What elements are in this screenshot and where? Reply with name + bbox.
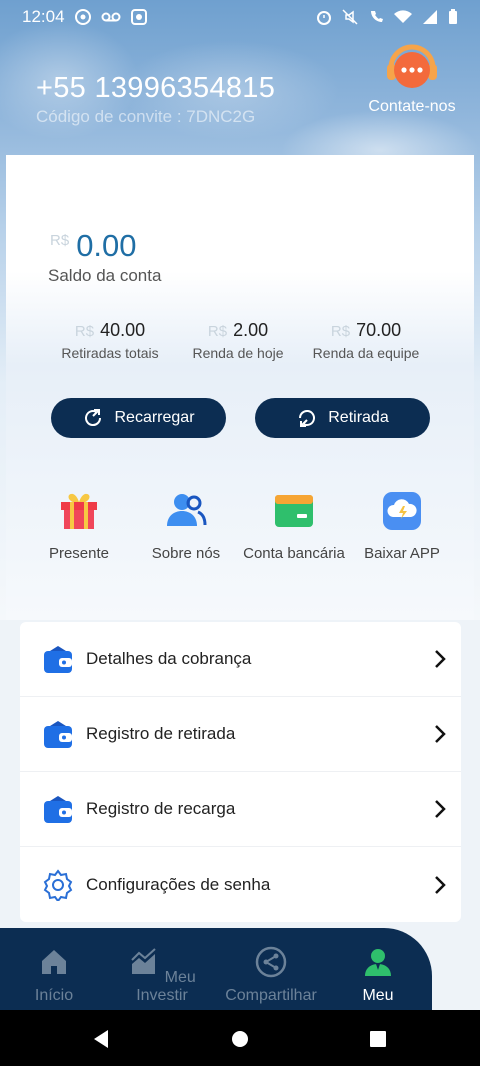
menu-item-recharge-record[interactable]: Registro de recarga — [20, 772, 461, 847]
contact-us-button[interactable]: Contate-nos — [360, 36, 464, 116]
user-icon — [365, 949, 391, 976]
chevron-right-icon — [435, 650, 446, 668]
app-notification-icon — [74, 9, 91, 25]
alarm-icon — [317, 11, 331, 25]
wallet-icon — [44, 796, 72, 823]
chart-icon — [131, 948, 156, 974]
menu-item-label: Registro de retirada — [86, 724, 236, 743]
recharge-label: Recarregar — [114, 409, 195, 426]
battery-icon — [449, 9, 457, 24]
wifi-call-icon — [371, 11, 383, 22]
back-icon[interactable] — [92, 1029, 110, 1049]
recharge-button[interactable]: Recarregar — [51, 398, 226, 438]
feature-gift[interactable]: Presente — [24, 490, 134, 564]
gear-icon — [43, 868, 73, 901]
menu-list: Detalhes da cobrança Registro de retirad… — [20, 622, 461, 922]
menu-item-label: Configurações de senha — [86, 874, 271, 894]
headset-support-icon — [382, 36, 442, 96]
stat-currency: R$ — [207, 323, 228, 340]
contact-us-label: Contate-nos — [368, 98, 456, 115]
wallet-icon — [44, 721, 72, 748]
voicemail-icon — [101, 12, 121, 22]
people-icon — [165, 490, 207, 532]
status-time: 12:04 — [22, 7, 65, 26]
feature-label: Presente — [48, 545, 110, 562]
withdraw-label: Retirada — [328, 409, 389, 426]
feature-label: Sobre nós — [151, 545, 221, 562]
feature-download-app[interactable]: Baixar APP — [347, 490, 457, 564]
mute-icon — [342, 9, 358, 25]
feature-bank-account[interactable]: Conta bancária — [239, 490, 349, 564]
stat-team-income: R$ 70.00 Renda da equipe — [296, 320, 436, 361]
menu-item-label: Registro de recarga — [86, 799, 236, 818]
cloud-download-icon — [381, 490, 423, 532]
menu-item-label: Detalhes da cobrança — [86, 649, 252, 668]
nav-share[interactable]: Compartilhar — [216, 946, 326, 1005]
stat-label: Retiradas totais — [61, 345, 159, 361]
gift-icon — [58, 490, 100, 532]
nav-label: Meu — [362, 987, 394, 1004]
balance-label: Saldo da conta — [48, 266, 162, 285]
recents-icon[interactable] — [369, 1030, 387, 1048]
menu-item-withdrawal-record[interactable]: Registro de retirada — [20, 697, 461, 772]
home-icon — [42, 950, 66, 974]
stat-today-income: R$ 2.00 Renda de hoje — [168, 320, 308, 361]
balance-amount: 0.00 — [76, 228, 137, 263]
chevron-right-icon — [435, 725, 446, 743]
menu-item-password-settings[interactable]: Configurações de senha — [20, 847, 461, 922]
home-button-icon[interactable] — [231, 1030, 249, 1048]
stat-currency: R$ — [330, 323, 351, 340]
feature-label: Conta bancária — [243, 545, 345, 562]
record-icon — [130, 9, 147, 25]
withdraw-button[interactable]: Retirada — [255, 398, 430, 438]
nav-me[interactable]: Meu — [350, 946, 406, 1005]
account-balance: R$ 0.00 — [50, 228, 137, 264]
chevron-right-icon — [435, 875, 446, 894]
stat-currency: R$ — [74, 323, 95, 340]
feature-label: Baixar APP — [364, 545, 440, 562]
stat-value: 70.00 — [356, 320, 402, 340]
nav-home[interactable]: Início — [22, 946, 86, 1005]
signal-icon — [423, 10, 437, 24]
wallet-icon — [44, 646, 72, 673]
stat-total-withdrawals: R$ 40.00 Retiradas totais — [40, 320, 180, 361]
nav-label: Compartilhar — [225, 987, 317, 1004]
wifi-icon — [394, 10, 412, 23]
status-bar: 12:04 — [0, 0, 480, 34]
recharge-icon — [85, 409, 102, 427]
feature-about-us[interactable]: Sobre nós — [131, 490, 241, 564]
balance-currency: R$ — [50, 232, 70, 249]
share-icon — [255, 946, 287, 978]
bottom-navigation: Início Meu Investir Compartilhar Meu — [0, 928, 432, 1010]
nav-label: Início — [34, 987, 74, 1004]
stat-value: 2.00 — [233, 320, 269, 340]
withdraw-icon — [299, 409, 316, 427]
bank-card-icon — [273, 490, 315, 532]
system-navigation-bar — [0, 1010, 480, 1066]
stat-value: 40.00 — [100, 320, 146, 340]
user-phone: +55 13996354815 — [36, 72, 276, 104]
invite-code: Código de convite : 7DNC2G — [36, 107, 256, 126]
stat-label: Renda de hoje — [192, 345, 284, 361]
menu-item-billing-details[interactable]: Detalhes da cobrança — [20, 622, 461, 697]
stat-label: Renda da equipe — [312, 345, 420, 361]
nav-my-investment[interactable]: Meu Investir — [112, 946, 212, 1005]
chevron-right-icon — [435, 800, 446, 818]
